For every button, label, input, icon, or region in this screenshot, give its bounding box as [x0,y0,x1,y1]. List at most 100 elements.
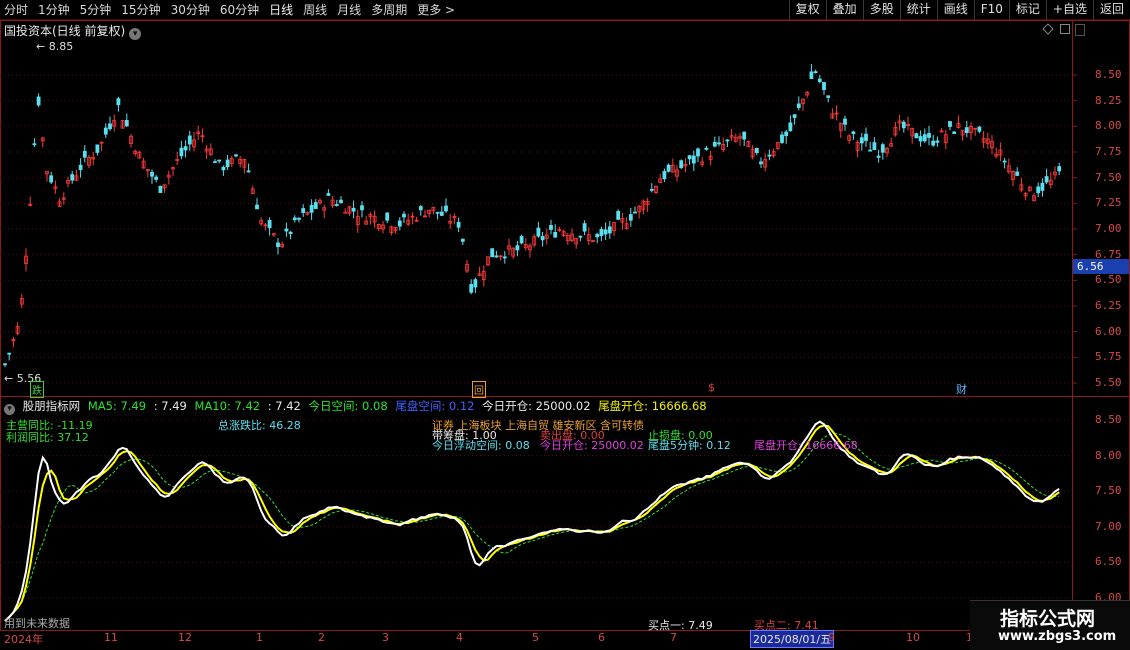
candle-body [633,211,637,214]
candle-body [767,154,772,157]
candle-body [540,236,545,241]
chart-canvas [0,63,1077,622]
event-marker-finance[interactable]: 财 [956,381,967,397]
stock-title: 国投资本(日线 前复权) ▾ [4,22,142,40]
candle-body [108,123,112,130]
candle-body [213,161,217,164]
chevron-down-icon[interactable]: ▾ [129,28,142,40]
indicator-y-label: 6.50 [1095,555,1122,569]
candle-body [402,213,406,218]
candle-body [435,211,440,214]
candle-body [70,174,75,181]
candlestick-series [3,63,1062,367]
indicator-header: ▾ 股朋指标网 MA5: 7.49 : 7.49 MA10: 7.42 : 7.… [4,398,711,415]
indicator-y-label: 7.00 [1095,519,1122,533]
candle-body [360,205,364,211]
candle-body [876,155,881,158]
candle-body [444,205,448,212]
candle-body [599,229,604,236]
buy-point-one: 买点一: 7.49 [648,619,713,632]
tail-open: 尾盘开仓: 16666.68 [598,399,707,413]
candle-body [343,211,348,214]
y-axis-label: 8.25 [1095,93,1122,107]
candle-body [32,143,37,146]
tail-open-amount: 尾盘开仓: 16666.68 [754,439,858,452]
y-axis-label: 6.00 [1095,324,1122,338]
candle-body [964,127,969,134]
ma10-line [4,424,1060,622]
candle-body [536,227,541,237]
candle-body [616,211,621,220]
x-label: 4 [456,631,463,644]
candle-body [595,233,600,238]
chevron-down-icon[interactable]: ▾ [4,404,15,415]
candle-body [843,118,847,125]
candle-body [691,155,696,164]
candle-body [628,214,633,221]
candle-body [649,188,654,191]
indicator-y-label: 7.50 [1095,484,1122,498]
candle-body [313,202,318,209]
candle-body [687,155,692,160]
candle-body [1002,160,1007,163]
y-axis-label: 7.50 [1095,170,1122,184]
candle-body [1015,171,1020,176]
candle-body [817,78,822,83]
candle-body [1057,166,1062,172]
candle-body [859,137,864,144]
candle-body [339,199,343,204]
candle-body [267,220,272,229]
candle-body [276,242,280,248]
candle-body [914,133,919,139]
candle-body [385,212,390,221]
candle-body [246,170,251,173]
candle-body [187,135,192,145]
watermark-url: www.zbgs3.com [998,629,1117,644]
candle-body [7,352,12,355]
x-label: 7 [670,631,677,644]
candle-body [607,226,612,234]
candle-body [696,148,700,157]
candle-body [784,131,789,137]
candle-body [977,126,982,132]
candle-body [868,149,873,152]
tail-space: 尾盘空间: 0.12 [395,399,475,413]
candle-body [901,121,906,129]
candle-body [679,160,684,169]
candle-body [712,141,717,147]
indicator-name[interactable]: 股朋指标网 [23,399,81,413]
float-space: 今日浮动空间: 0.08 [432,439,530,452]
candle-body [809,71,814,79]
candle-body [948,121,952,127]
event-marker-review[interactable]: 回 [472,381,486,398]
candle-body [935,140,940,143]
candle-body [309,204,314,213]
watermark-title: 指标公式网 [1000,608,1096,630]
candle-body [326,193,331,196]
y-axis-label: 8.50 [1095,68,1122,81]
candle-body [158,185,163,193]
ma10-value: MA10: 7.42 [194,399,261,413]
candle-body [549,225,553,230]
candle-body [334,204,339,206]
candle-body [221,166,226,171]
candle-body [952,131,957,134]
candle-body [292,217,297,221]
candle-body [284,228,289,232]
candle-body [742,131,747,140]
event-marker-dividend[interactable]: $ [708,381,715,394]
candle-body [494,255,499,258]
candle-body [1040,182,1045,191]
event-marker-drop[interactable]: 跌 [30,381,44,398]
candle-body [788,122,793,132]
candle-body [704,147,709,150]
candle-body [553,231,558,238]
candle-body [82,150,87,158]
candle-body [301,208,306,213]
ma5-extra: : 7.49 [153,399,187,413]
candle-body [95,144,100,153]
x-label: 10 [906,631,920,644]
candle-body [490,248,495,258]
candle-body [754,148,759,154]
candle-body [851,131,856,135]
